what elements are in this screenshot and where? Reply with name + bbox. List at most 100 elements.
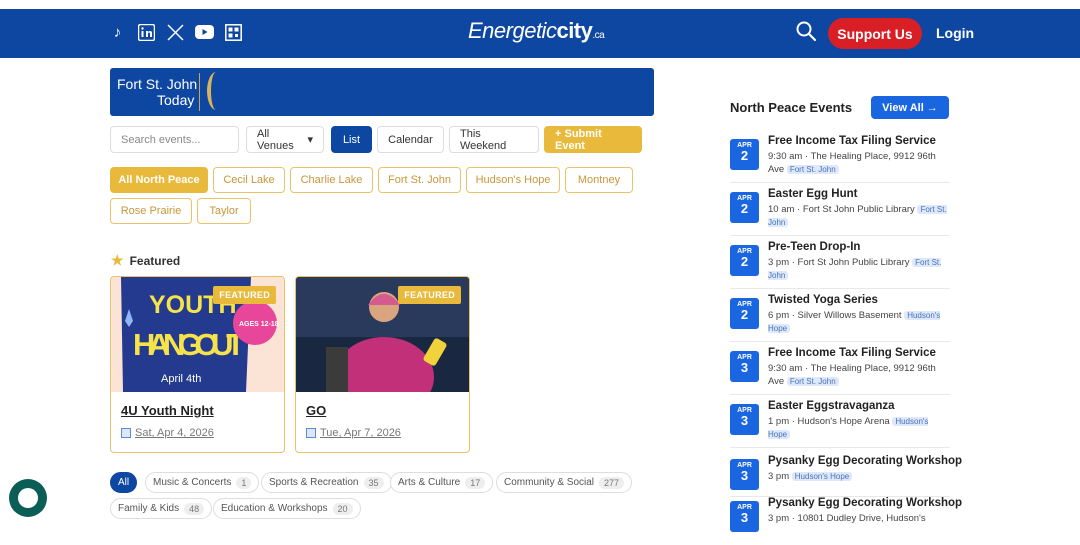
sidebar-event-item[interactable]: APR 3 Pysanky Egg Decorating Workshop 3 p… [730,455,962,497]
date-badge: APR 3 [730,404,759,435]
category-pill-music[interactable]: Music & Concerts 1 [145,472,260,493]
calendar-view-button[interactable]: Calendar [377,126,444,153]
view-all-button[interactable]: View All → [871,96,949,119]
site-header: ♪ Energeticcity.ca Support Us Login [0,9,1080,58]
event-date-text: Tue, Apr 7, 2026 [320,427,401,439]
category-pill-family[interactable]: Family & Kids 48 [110,498,213,519]
list-view-button[interactable]: List [331,126,372,153]
category-count: 277 [599,476,625,489]
category-count: 17 [465,476,486,489]
category-pill-sports[interactable]: Sports & Recreation 35 [261,472,392,493]
featured-badge: FEATURED [213,286,276,304]
category-label: Arts & Culture [398,477,461,488]
linkedin-icon[interactable] [137,21,156,43]
logo-divider [199,73,200,111]
event-date: Sat, Apr 4, 2026 [121,427,214,439]
image-text-ages: AGES 12-18 [239,321,279,328]
featured-badge: FEATURED [398,286,461,304]
event-name[interactable]: Easter Eggstravaganza [768,400,895,412]
sidebar-event-item[interactable]: APR 2 Free Income Tax Filing Service 9:30… [730,135,950,183]
x-icon[interactable] [166,21,185,43]
featured-heading: ★ Featured [111,252,180,269]
sidebar-event-item[interactable]: APR 3 Pysanky Egg Decorating Workshop 3 p… [730,497,962,545]
fsj-logo-line2: Today [157,92,195,108]
support-us-button[interactable]: Support Us [828,18,922,49]
fsj-today-logo: Fort St. John Today [117,72,211,111]
event-info: 6 pm · Silver Willows Basement Hudson's … [768,310,941,333]
event-name[interactable]: Pre-Teen Drop-In [768,241,860,253]
youtube-icon[interactable] [195,21,214,43]
category-count: 1 [236,476,252,489]
event-name[interactable]: Pysanky Egg Decorating Workshop [768,497,962,509]
event-date-text: Sat, Apr 4, 2026 [135,427,214,439]
sidebar-event-item[interactable]: APR 2 Pre-Teen Drop-In 3 pm · Fort St Joh… [730,241,950,289]
event-info: 10 am · Fort St John Public Library Fort… [768,204,947,227]
north-peace-events-heading: North Peace Events [730,100,853,115]
image-text-hangout: HANGOUT [133,327,245,362]
event-name[interactable]: Easter Egg Hunt [768,188,857,200]
category-pill-education[interactable]: Education & Workshops 20 [213,498,361,519]
qr-code-icon[interactable] [224,21,243,43]
sidebar-event-item[interactable]: APR 2 Twisted Yoga Series 6 pm · Silver W… [730,294,950,342]
search-icon[interactable] [795,20,817,42]
date-badge: APR 2 [730,139,759,170]
sidebar-event-item[interactable]: APR 3 Easter Eggstravaganza 1 pm · Hudson… [730,400,950,448]
area-pill-rose-prairie[interactable]: Rose Prairie [110,198,192,224]
cookie-settings-button[interactable] [9,479,47,517]
event-info: 3 pm Hudson's Hope [768,470,948,483]
fsj-today-banner: Fort St. John Today [110,68,654,116]
category-label: Community & Social [504,477,595,488]
login-link[interactable]: Login [936,25,974,41]
event-name[interactable]: Twisted Yoga Series [768,294,878,306]
area-tag: Fort St. John [786,377,839,386]
sidebar-event-item[interactable]: APR 3 Free Income Tax Filing Service 9:30… [730,347,950,395]
site-logo[interactable]: Energeticcity.ca [468,18,605,44]
calendar-icon [121,428,131,438]
area-pill-fort-st-john[interactable]: Fort St. John [378,167,461,193]
category-label: Education & Workshops [221,503,328,514]
event-info: 9:30 am · The Healing Place, 9912 96th A… [768,363,936,387]
submit-event-button[interactable]: + Submit Event [544,126,642,153]
image-text-date: April 4th [161,373,201,385]
featured-card-4u-youth-night[interactable]: YOUTH HANGOUT April 4th AGES 12-18 FEATU… [110,276,285,453]
venue-select[interactable]: All Venues ▾ [246,126,324,153]
date-badge: APR 2 [730,192,759,223]
caret-down-icon: ▾ [307,134,313,146]
venue-select-label: All Venues [257,127,294,152]
area-pill-all-north-peace[interactable]: All North Peace [110,167,208,193]
date-badge: APR 2 [730,298,759,329]
sidebar-event-item[interactable]: APR 2 Easter Egg Hunt 10 am · Fort St Joh… [730,188,950,236]
logo-swoosh-icon [207,72,225,110]
category-count: 20 [332,502,353,515]
event-name[interactable]: Free Income Tax Filing Service [768,347,936,359]
category-pill-arts[interactable]: Arts & Culture 17 [390,472,494,493]
area-pill-hudsons-hope[interactable]: Hudson's Hope [466,167,560,193]
tiktok-icon[interactable]: ♪ [108,21,127,43]
event-title-link[interactable]: 4U Youth Night [121,403,214,418]
event-info: 9:30 am · The Healing Place, 9912 96th A… [768,151,936,175]
category-label: Music & Concerts [153,477,232,488]
event-date: Tue, Apr 7, 2026 [306,427,401,439]
featured-card-go[interactable]: FEATURED GO Tue, Apr 7, 2026 [295,276,470,453]
category-label: Family & Kids [118,503,180,514]
star-icon: ★ [111,252,124,268]
area-pill-charlie-lake[interactable]: Charlie Lake [290,167,373,193]
category-pill-all[interactable]: All [110,472,138,493]
date-badge: APR 2 [730,245,759,276]
event-search-input[interactable]: Search events... [110,126,239,153]
brand-suffix: .ca [592,30,605,41]
social-links: ♪ [108,21,243,43]
this-weekend-button[interactable]: This Weekend [449,126,539,153]
brand-bold: city [556,18,593,43]
event-info: 3 pm · 10801 Dudley Drive, Hudson's [768,513,926,524]
event-name[interactable]: Free Income Tax Filing Service [768,135,936,147]
fsj-logo-line1: Fort St. John [117,76,198,92]
area-pill-montney[interactable]: Montney [565,167,633,193]
category-pill-community[interactable]: Community & Social 277 [496,472,633,493]
area-pill-cecil-lake[interactable]: Cecil Lake [213,167,285,193]
event-title-link[interactable]: GO [306,403,326,418]
event-info: 3 pm · Fort St John Public Library Fort … [768,257,942,280]
date-badge: APR 3 [730,351,759,382]
area-pill-taylor[interactable]: Taylor [197,198,251,224]
event-name[interactable]: Pysanky Egg Decorating Workshop [768,455,962,467]
